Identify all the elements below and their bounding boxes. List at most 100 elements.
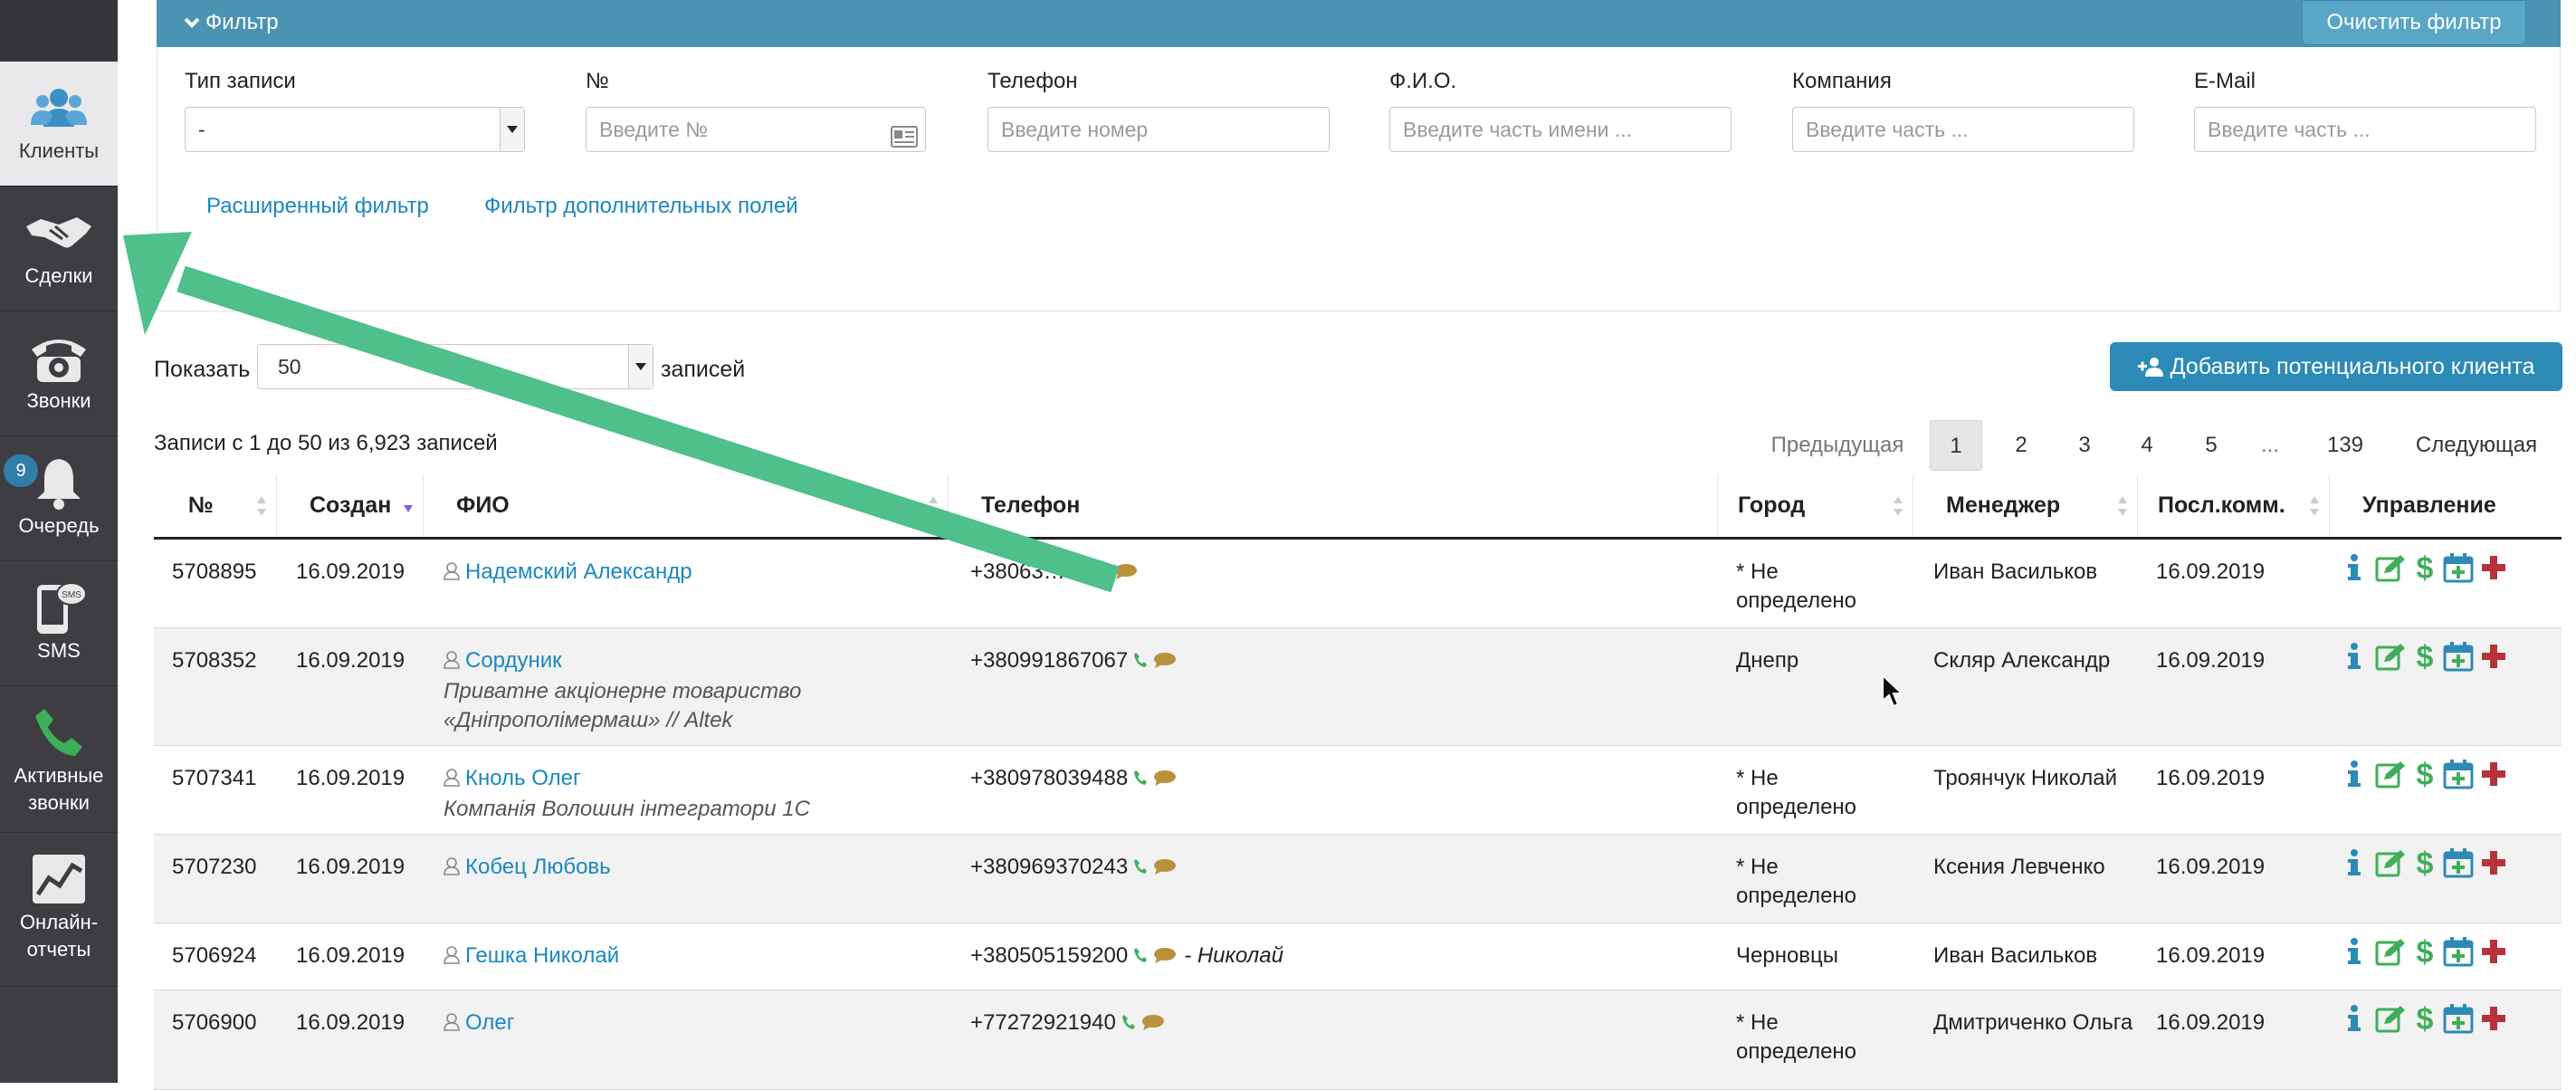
deal-dollar-icon[interactable]: $ — [2413, 551, 2437, 589]
pagination-page[interactable]: 5 — [2186, 420, 2237, 471]
records-info: Записи с 1 до 50 из 6,923 записей — [154, 431, 498, 455]
call-icon[interactable] — [1121, 1009, 1136, 1038]
row-city: * Не определено — [1736, 766, 1857, 819]
comment-icon[interactable] — [1141, 1009, 1165, 1038]
sidebar-item-deals[interactable]: Сделки — [0, 186, 118, 311]
pagination-page[interactable]: 139 — [2304, 420, 2386, 471]
info-icon[interactable] — [2342, 848, 2366, 884]
filter-title: Фильтр — [205, 10, 279, 34]
call-icon[interactable] — [1133, 854, 1148, 883]
number-input[interactable]: Введите № — [586, 107, 926, 152]
calendar-add-icon[interactable] — [2442, 936, 2475, 973]
add-plus-icon[interactable] — [2480, 760, 2507, 794]
client-name-link[interactable]: Кноль Олег — [465, 766, 581, 790]
call-icon[interactable] — [1133, 765, 1148, 794]
add-plus-icon[interactable] — [2480, 849, 2507, 883]
comment-icon[interactable] — [1114, 559, 1138, 588]
deal-dollar-icon[interactable]: $ — [2413, 846, 2437, 884]
edit-icon[interactable] — [2371, 1004, 2408, 1039]
add-plus-icon[interactable] — [2480, 938, 2507, 971]
mouse-cursor-icon — [1881, 673, 1904, 712]
edit-icon[interactable] — [2371, 760, 2408, 795]
pagination-page[interactable]: 4 — [2122, 420, 2172, 471]
call-icon[interactable] — [1094, 559, 1109, 588]
edit-icon[interactable] — [2371, 937, 2408, 972]
row-city: * Не определено — [1736, 559, 1857, 613]
advanced-filter-link[interactable]: Расширенный фильтр — [206, 194, 429, 219]
edit-icon[interactable] — [2371, 848, 2408, 884]
info-icon[interactable] — [2342, 642, 2366, 677]
person-icon — [444, 766, 460, 795]
call-icon[interactable] — [1133, 942, 1148, 971]
company-input[interactable]: Введите часть ... — [1792, 107, 2134, 152]
record-type-select[interactable]: - — [185, 107, 525, 152]
sidebar-item-online-reports[interactable]: Онлайн-отчеты — [0, 833, 118, 987]
add-lead-button[interactable]: Добавить потенциального клиента — [2110, 342, 2562, 391]
col-id[interactable]: № — [154, 474, 277, 537]
info-icon[interactable] — [2342, 553, 2366, 588]
info-icon[interactable] — [2342, 1004, 2366, 1039]
pagination-next[interactable]: Следующая — [2404, 420, 2549, 471]
table-row: 5708895 16.09.2019 Надемский Александр +380… — [154, 540, 2562, 628]
row-fio: Кобец Любовь — [444, 853, 950, 884]
add-lead-label: Добавить потенциального клиента — [2170, 354, 2535, 379]
comment-icon[interactable] — [1153, 647, 1177, 676]
svg-text:$: $ — [2417, 847, 2434, 878]
pagination-page[interactable]: 2 — [1996, 420, 2046, 471]
calendar-add-icon[interactable] — [2442, 1003, 2475, 1040]
filter-header[interactable]: Фильтр Очистить фильтр — [157, 0, 2561, 47]
sidebar-item-queue[interactable]: 9 Очередь — [0, 436, 118, 561]
calendar-add-icon[interactable] — [2442, 847, 2475, 884]
phone-number: +380969370243 — [970, 855, 1129, 879]
sidebar-item-sms[interactable]: SMS SMS — [0, 561, 118, 686]
sidebar-item-clients[interactable]: Клиенты — [0, 62, 118, 186]
chevron-down-icon — [184, 10, 200, 35]
email-input[interactable]: Введите часть ... — [2194, 107, 2536, 152]
deal-dollar-icon[interactable]: $ — [2413, 1002, 2437, 1040]
sidebar-item-calls[interactable]: Звонки — [0, 311, 118, 436]
deal-dollar-icon[interactable]: $ — [2413, 935, 2437, 973]
pagination-page[interactable]: 1 — [1930, 420, 1982, 471]
page-size-select[interactable]: 50 — [257, 344, 654, 389]
filter-toggle[interactable]: Фильтр — [184, 10, 279, 35]
info-icon[interactable] — [2342, 760, 2366, 795]
client-name-link[interactable]: Кобец Любовь — [465, 855, 611, 879]
pagination-page[interactable]: 3 — [2059, 420, 2110, 471]
comment-icon[interactable] — [1153, 854, 1177, 883]
add-user-icon — [2137, 345, 2165, 394]
deal-dollar-icon[interactable]: $ — [2413, 758, 2437, 796]
extra-fields-filter-link[interactable]: Фильтр дополнительных полей — [484, 194, 798, 219]
calendar-add-icon[interactable] — [2442, 552, 2475, 589]
col-created[interactable]: Создан — [277, 474, 424, 537]
col-city[interactable]: Город — [1718, 474, 1913, 537]
edit-icon[interactable] — [2371, 642, 2408, 677]
fio-input[interactable]: Введите часть имени ... — [1389, 107, 1732, 152]
pagination-prev[interactable]: Предыдущая — [1756, 420, 1919, 471]
table-row: 5708352 16.09.2019 Сордуник Приватне акціон… — [154, 628, 2562, 746]
info-icon[interactable] — [2342, 937, 2366, 972]
client-name-link[interactable]: Сордуник — [465, 648, 562, 673]
edit-icon[interactable] — [2371, 553, 2408, 588]
row-id: 5706924 — [172, 943, 257, 968]
client-name-link[interactable]: Гешка Николай — [465, 943, 619, 968]
call-icon[interactable] — [1133, 647, 1148, 676]
client-company: Приватне акціонерне товариство «Дніпропо… — [444, 679, 802, 732]
comment-icon[interactable] — [1153, 765, 1177, 794]
clear-filter-button[interactable]: Очистить фильтр — [2302, 0, 2526, 45]
col-fio[interactable]: ФИО — [424, 474, 949, 537]
calendar-add-icon[interactable] — [2442, 759, 2475, 796]
add-plus-icon[interactable] — [2480, 1005, 2507, 1038]
add-plus-icon[interactable] — [2480, 554, 2507, 588]
row-phone: +380978039488 — [970, 764, 1184, 794]
row-phone: +380969370243 — [970, 853, 1184, 883]
calendar-add-icon[interactable] — [2442, 641, 2475, 678]
client-name-link[interactable]: Олег — [465, 1010, 515, 1035]
col-manager[interactable]: Менеджер — [1913, 474, 2138, 537]
add-plus-icon[interactable] — [2480, 643, 2507, 676]
col-last-comm[interactable]: Посл.комм. — [2138, 474, 2330, 537]
client-name-link[interactable]: Надемский Александр — [465, 559, 692, 584]
phone-input[interactable]: Введите номер — [987, 107, 1330, 152]
deal-dollar-icon[interactable]: $ — [2413, 640, 2437, 678]
comment-icon[interactable] — [1153, 942, 1177, 971]
sidebar-item-active-calls[interactable]: Активные звонки — [0, 686, 118, 833]
